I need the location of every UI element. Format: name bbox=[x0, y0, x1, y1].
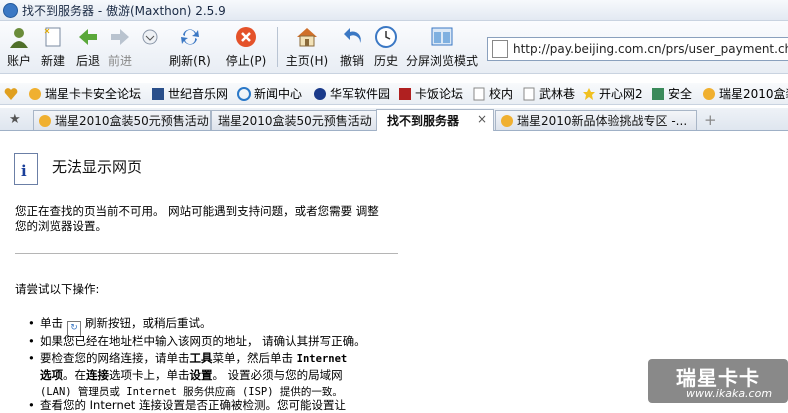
toolbar-divider bbox=[277, 27, 278, 67]
page-icon bbox=[492, 40, 508, 58]
split-screen-button[interactable]: 分屏浏览模式 bbox=[405, 21, 479, 73]
back-arrow-icon bbox=[76, 25, 100, 49]
new-tab-plus-button[interactable]: + bbox=[700, 110, 720, 129]
new-page-icon bbox=[41, 25, 65, 49]
plus-icon: + bbox=[704, 110, 717, 129]
star-icon: ★ bbox=[9, 112, 21, 127]
favorite-link-wulinxiang[interactable]: 武林巷 bbox=[522, 85, 575, 102]
favorite-link-music[interactable]: 世纪音乐网 bbox=[151, 85, 228, 102]
main-toolbar: 账户 新建 后退 前进 刷新(R) 停止(P) 主页(H) 撤销 历史 分屏浏览… bbox=[0, 21, 788, 74]
page-title: 无法显示网页 bbox=[52, 158, 143, 176]
list-item-check-connection: 要检查您的网络连接，请单击工具菜单，然后单击 Internet 选项。在连接选项… bbox=[28, 350, 400, 400]
favorite-link-onlinedown[interactable]: 华军软件园 bbox=[313, 85, 390, 102]
undo-button[interactable]: 撤销 bbox=[338, 21, 366, 73]
undo-icon bbox=[340, 25, 364, 49]
clock-icon bbox=[374, 25, 398, 49]
tab-rising-presale-2[interactable]: 瑞星2010盒装50元预售活动 bbox=[211, 110, 381, 130]
address-input[interactable] bbox=[513, 42, 788, 56]
rising-logo-icon bbox=[703, 87, 715, 100]
favorites-bar: 瑞星卡卡安全论坛 世纪音乐网 新闻中心 华军软件园 卡饭论坛 校内 武林巷 开心… bbox=[0, 83, 788, 105]
split-screen-icon bbox=[430, 25, 454, 49]
list-item-check-address: 如果您已经在地址栏中输入该网页的地址， 请确认其拼写正确。 bbox=[28, 333, 400, 349]
title-bar: 找不到服务器 - 傲游(Maxthon) 2.5.9 bbox=[0, 0, 788, 21]
stop-icon bbox=[234, 25, 258, 49]
stop-button[interactable]: 停止(P) bbox=[222, 21, 270, 73]
site-icon bbox=[314, 87, 326, 100]
site-icon bbox=[652, 87, 664, 100]
user-icon bbox=[7, 25, 31, 49]
new-tab-button[interactable]: 新建 bbox=[38, 21, 68, 73]
page-content: i 无法显示网页 您正在查找的页当前不可用。 网站可能遇到支持问题，或者您需要 … bbox=[0, 131, 788, 413]
tab-favorites-button[interactable]: ★ bbox=[2, 110, 30, 129]
forward-button[interactable]: 前进 bbox=[106, 21, 134, 73]
home-icon bbox=[295, 25, 319, 49]
page-icon bbox=[473, 87, 485, 100]
favorite-link-ikaka-forum[interactable]: 瑞星卡卡安全论坛 bbox=[28, 85, 141, 102]
tab-bar: ★ 瑞星2010盒装50元预售活动 瑞星2010盒装50元预售活动 找不到服务器… bbox=[0, 108, 788, 131]
window-title: 找不到服务器 - 傲游(Maxthon) 2.5.9 bbox=[22, 3, 226, 18]
account-button[interactable]: 账户 bbox=[4, 21, 34, 73]
ikaka-watermark: 瑞星卡卡 www.ikaka.com bbox=[648, 359, 788, 403]
list-item-connection-settings: 查看您的 Internet 连接设置是否正确被检测。您可能设置让 bbox=[28, 397, 400, 413]
favorite-link-kafan[interactable]: 卡饭论坛 bbox=[398, 85, 463, 102]
rising-logo-icon bbox=[29, 87, 41, 100]
favorite-link-xiaonei[interactable]: 校内 bbox=[472, 85, 513, 102]
history-button[interactable]: 历史 bbox=[372, 21, 400, 73]
rising-logo-icon bbox=[39, 114, 51, 127]
close-tab-icon[interactable]: × bbox=[477, 112, 487, 126]
heart-icon bbox=[4, 87, 18, 100]
favorite-link-kaixin[interactable]: 开心网2 bbox=[582, 85, 643, 102]
site-icon bbox=[152, 87, 164, 100]
info-icon: i bbox=[14, 153, 38, 185]
favorites-menu-button[interactable] bbox=[4, 85, 21, 102]
refresh-icon bbox=[178, 25, 202, 49]
tab-server-not-found[interactable]: 找不到服务器 × bbox=[376, 109, 494, 131]
star-icon bbox=[583, 87, 595, 100]
error-description: 您正在查找的页当前不可用。 网站可能遇到支持问题，或者您需要 调整 您的浏览器设… bbox=[15, 204, 379, 233]
ie-icon bbox=[237, 86, 251, 101]
tab-rising-presale-1[interactable]: 瑞星2010盒装50元预售活动 bbox=[33, 110, 211, 130]
page-icon bbox=[523, 87, 535, 100]
try-label: 请尝试以下操作: bbox=[15, 282, 100, 296]
refresh-button[interactable]: 刷新(R) bbox=[168, 21, 212, 73]
chevron-down-icon bbox=[138, 25, 162, 49]
address-bar[interactable] bbox=[487, 37, 788, 61]
tab-rising-challenge[interactable]: 瑞星2010新品体验挑战专区 -... bbox=[495, 110, 697, 130]
favorite-link-anquan[interactable]: 安全 bbox=[651, 85, 692, 102]
favorite-link-news[interactable]: 新闻中心 bbox=[237, 85, 302, 102]
maxthon-logo-icon bbox=[3, 2, 18, 18]
site-icon bbox=[399, 87, 411, 100]
divider bbox=[15, 253, 398, 254]
forward-arrow-icon bbox=[108, 25, 132, 49]
rising-logo-icon bbox=[501, 114, 513, 127]
back-button[interactable]: 后退 bbox=[74, 21, 102, 73]
favorite-link-rising2010[interactable]: 瑞星2010盒装 bbox=[702, 85, 788, 102]
history-dropdown-button[interactable] bbox=[140, 21, 160, 73]
home-button[interactable]: 主页(H) bbox=[284, 21, 330, 73]
